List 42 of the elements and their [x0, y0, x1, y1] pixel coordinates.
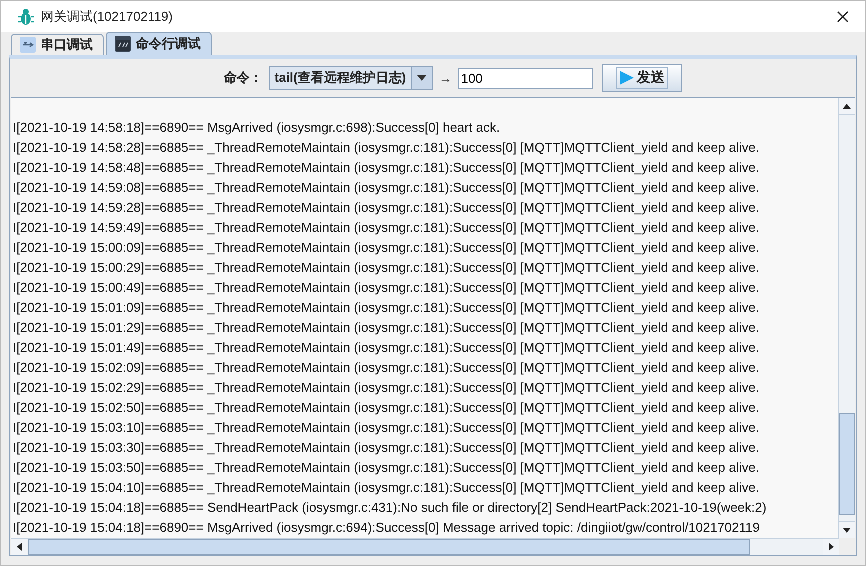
log-line: I[2021-10-19 15:03:30]==6885== _ThreadRemoteMaintain (iosysmgr.c:181):Success[0] [MQTT]MQTTClient_yield and keep alive. — [13, 439, 760, 457]
log-line: I[2021-10-19 14:59:49]==6885== _ThreadRemoteMaintain (iosysmgr.c:181):Success[0] [MQTT]MQTTClient_yield and keep alive. — [13, 219, 760, 237]
arrow-label: → — [439, 70, 452, 86]
log-line: I[2021-10-19 14:59:28]==6885== _ThreadRemoteMaintain (iosysmgr.c:181):Success[0] [MQTT]MQTTClient_yield and keep alive. — [13, 199, 760, 217]
vertical-scrollbar[interactable] — [838, 98, 855, 538]
tab[interactable]: 串口调试 — [11, 34, 104, 55]
log-line: I[2021-10-19 15:03:50]==6885== _ThreadRemoteMaintain (iosysmgr.c:181):Success[0] [MQTT]MQTTClient_yield and keep alive. — [13, 459, 760, 477]
scroll-up-icon[interactable] — [843, 104, 851, 108]
log-line: I[2021-10-19 15:04:18]==6890== MsgArrived (iosysmgr.c:694):Success[0] Message arrived topic: /dingiiot/gw/control/1021702119 — [13, 519, 761, 537]
send-button[interactable]: 发送 — [602, 64, 682, 92]
close-icon[interactable] — [837, 10, 849, 22]
play-icon — [619, 70, 636, 86]
bug-icon — [17, 8, 35, 26]
caret-icon — [417, 75, 428, 81]
log-line: I[2021-10-19 14:59:08]==6885== _ThreadRemoteMaintain (iosysmgr.c:181):Success[0] [MQTT]MQTTClient_yield and keep alive. — [13, 179, 760, 197]
scroll-thumb[interactable] — [28, 539, 750, 555]
log-line: I[2021-10-19 15:01:49]==6885== _ThreadRemoteMaintain (iosysmgr.c:181):Success[0] [MQTT]MQTTClient_yield and keep alive. — [13, 339, 760, 357]
terminal-icon — [115, 36, 131, 52]
tab[interactable]: 命令行调试 — [106, 32, 212, 55]
log-line: I[2021-10-19 15:00:09]==6885== _ThreadRemoteMaintain (iosysmgr.c:181):Success[0] [MQTT]MQTTClient_yield and keep alive. — [13, 239, 760, 257]
log-line: I[2021-10-19 14:58:48]==6885== _ThreadRemoteMaintain (iosysmgr.c:181):Success[0] [MQTT]MQTTClient_yield and keep alive. — [13, 159, 760, 177]
scroll-thumb[interactable] — [839, 413, 855, 515]
count-field[interactable]: 100 — [458, 68, 594, 88]
log-line: I[2021-10-19 15:02:09]==6885== _ThreadRemoteMaintain (iosysmgr.c:181):Success[0] [MQTT]MQTTClient_yield and keep alive. — [13, 359, 760, 377]
horizontal-scrollbar[interactable] — [11, 538, 839, 555]
command-dropdown[interactable]: tail(查看远程维护日志) — [268, 66, 434, 90]
log-line: I[2021-10-19 15:01:29]==6885== _ThreadRemoteMaintain (iosysmgr.c:181):Success[0] [MQTT]MQTTClient_yield and keep alive. — [13, 319, 760, 337]
log-line: I[2021-10-19 15:00:49]==6885== _ThreadRemoteMaintain (iosysmgr.c:181):Success[0] [MQTT]MQTTClient_yield and keep alive. — [13, 279, 760, 297]
log-line: I[2021-10-19 15:01:09]==6885== _ThreadRemoteMaintain (iosysmgr.c:181):Success[0] [MQTT]MQTTClient_yield and keep alive. — [13, 299, 760, 317]
log-line: I[2021-10-19 14:58:28]==6885== _ThreadRemoteMaintain (iosysmgr.c:181):Success[0] [MQTT]MQTTClient_yield and keep alive. — [13, 139, 760, 157]
command-label: 命令： — [224, 69, 263, 87]
log-line: I[2021-10-19 14:58:18]==6890== MsgArrived (iosysmgr.c:698):Success[0] heart ack. — [13, 119, 502, 137]
log-line: I[2021-10-19 15:02:29]==6885== _ThreadRemoteMaintain (iosysmgr.c:181):Success[0] [MQTT]MQTTClient_yield and keep alive. — [13, 379, 760, 397]
log-line: I[2021-10-19 15:04:18]==6885== SendHeartPack (iosysmgr.c:431):No such file or directory[2] SendHeartPack:2021-10-19(week:2) — [13, 499, 768, 517]
log-line: I[2021-10-19 15:02:50]==6885== _ThreadRemoteMaintain (iosysmgr.c:181):Success[0] [MQTT]MQTTClient_yield and keep alive. — [13, 399, 760, 417]
scroll-right-icon[interactable] — [828, 543, 834, 551]
scroll-left-icon[interactable] — [16, 543, 22, 551]
log-line: I[2021-10-19 15:00:29]==6885== _ThreadRemoteMaintain (iosysmgr.c:181):Success[0] [MQTT]MQTTClient_yield and keep alive. — [13, 259, 760, 277]
window-title: 网关调试(1021702119) — [41, 8, 173, 26]
scroll-down-icon[interactable] — [843, 528, 851, 532]
log-line: I[2021-10-19 15:03:10]==6885== _ThreadRemoteMaintain (iosysmgr.c:181):Success[0] [MQTT]MQTTClient_yield and keep alive. — [13, 419, 760, 437]
log-line: I[2021-10-19 15:04:10]==6885== _ThreadRemoteMaintain (iosysmgr.c:181):Success[0] [MQTT]MQTTClient_yield and keep alive. — [13, 479, 760, 497]
